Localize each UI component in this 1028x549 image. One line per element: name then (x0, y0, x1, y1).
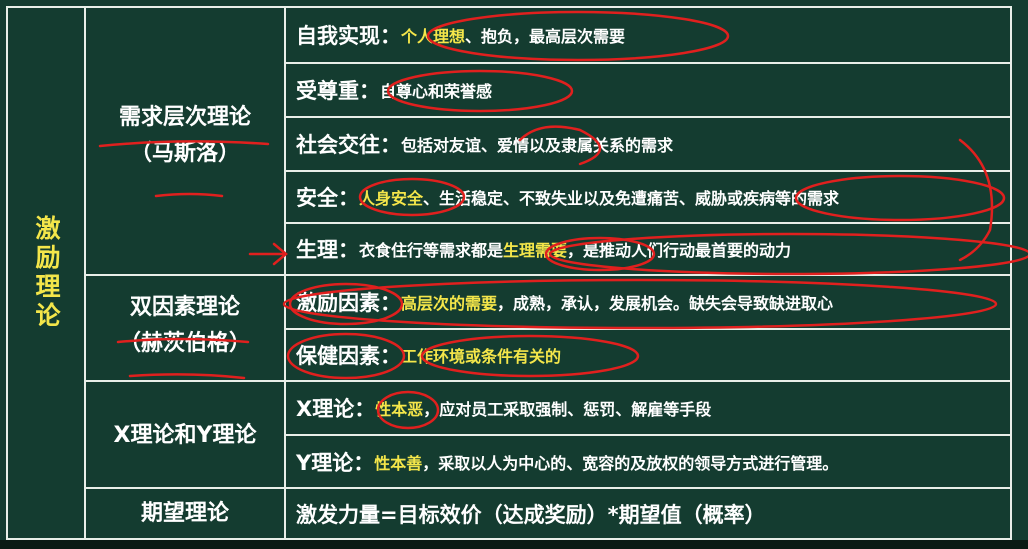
row-motivators: 激励因素： 高层次的需要 ，成熟，承认，发展机会。缺失会导致缺进取心 (286, 276, 1010, 328)
row-highlight: 人身安全 (359, 189, 424, 208)
row-label: 安全： (296, 186, 359, 210)
xy-theory-cell: X理论和Y理论 (86, 418, 284, 454)
row-hygiene: 保健因素： 工作环境或条件有关的 (286, 330, 1010, 380)
row-theory-x: X理论： 性本恶 ，应对员工采取强制、惩罚、解雇等手段 (286, 382, 1010, 434)
row-desc: ，应对员工采取强制、惩罚、解雇等手段 (423, 400, 712, 419)
row-desc: 自尊心和荣誉感 (380, 82, 493, 101)
xy-theory-name: X理论和Y理论 (113, 423, 257, 448)
divider (84, 8, 86, 538)
blackboard: 激励理论 需求层次理论 （马斯洛） 双因素理论 （赫茨伯格） X理论和Y理论 期… (0, 0, 1028, 549)
row-highlight: 个人理想 (401, 27, 466, 46)
row-desc: ，是推动人们行动最首要的动力 (567, 241, 792, 260)
row-highlight: 性本善 (374, 453, 423, 473)
row-label: Y理论： (296, 450, 375, 475)
row-safety: 安全： 人身安全 、生活稳定、不致失业以及免遭痛苦、威胁或疾病等的需求 (286, 172, 1010, 222)
row-label: 激励因素： (296, 291, 401, 315)
maslow-theory-name: 需求层次理论 (118, 105, 251, 130)
row-desc: 包括对友谊、爱情以及隶属关系的需求 (401, 136, 674, 155)
row-highlight: 高层次的需要 (401, 294, 498, 313)
row-highlight: 工作环境或条件有关的 (401, 347, 562, 366)
row-label: 激发力量=目标效价（达成奖励）*期望值（概率） (296, 502, 766, 527)
row-label: 保健因素： (296, 344, 401, 368)
row-expectancy-formula: 激发力量=目标效价（达成奖励）*期望值（概率） (286, 489, 1010, 538)
row-label: 社会交往： (296, 133, 401, 157)
row-desc: 、生活稳定、不致失业以及免遭痛苦、威胁或疾病等的需求 (423, 189, 840, 208)
expectancy-theory-name: 期望理论 (140, 501, 229, 526)
maslow-theory-author: （马斯洛） (129, 141, 240, 166)
row-physiological: 生理： 衣食住行等需求都是 生理需要 ，是推动人们行动最首要的动力 (286, 224, 1010, 274)
herzberg-theory-name: 双因素理论 (129, 295, 240, 320)
herzberg-theory-cell: 双因素理论 （赫茨伯格） (86, 290, 284, 362)
row-desc-pre: 衣食住行等需求都是 (359, 241, 504, 260)
row-highlight: 性本恶 (375, 400, 424, 419)
row-label: 自我实现： (296, 24, 401, 48)
video-control-strip (0, 540, 1028, 549)
row-social: 社会交往： 包括对友谊、爱情以及隶属关系的需求 (286, 118, 1010, 170)
row-label: X理论： (296, 397, 376, 421)
row-label: 受尊重： (296, 79, 380, 103)
row-desc: ，成熟，承认，发展机会。缺失会导致缺进取心 (497, 294, 834, 313)
row-self-actualization: 自我实现： 个人理想 、抱负，最高层次需要 (286, 8, 1010, 62)
herzberg-theory-author: （赫茨伯格） (118, 331, 251, 356)
row-label: 生理： (296, 238, 359, 262)
row-desc: 、抱负，最高层次需要 (465, 27, 626, 46)
row-highlight: 生理需要 (503, 241, 568, 260)
maslow-theory-cell: 需求层次理论 （马斯洛） (86, 100, 284, 172)
expectancy-theory-cell: 期望理论 (86, 496, 284, 532)
row-theory-y: Y理论： 性本善 ，采取以人为中心的、宽容的及放权的领导方式进行管理。 (286, 436, 1010, 487)
main-title-cell: 激励理论 (8, 8, 84, 538)
row-desc: ，采取以人为中心的、宽容的及放权的领导方式进行管理。 (422, 453, 839, 473)
row-esteem: 受尊重： 自尊心和荣誉感 (286, 64, 1010, 116)
main-title: 激励理论 (32, 215, 61, 331)
theory-table: 激励理论 需求层次理论 （马斯洛） 双因素理论 （赫茨伯格） X理论和Y理论 期… (6, 6, 1012, 540)
